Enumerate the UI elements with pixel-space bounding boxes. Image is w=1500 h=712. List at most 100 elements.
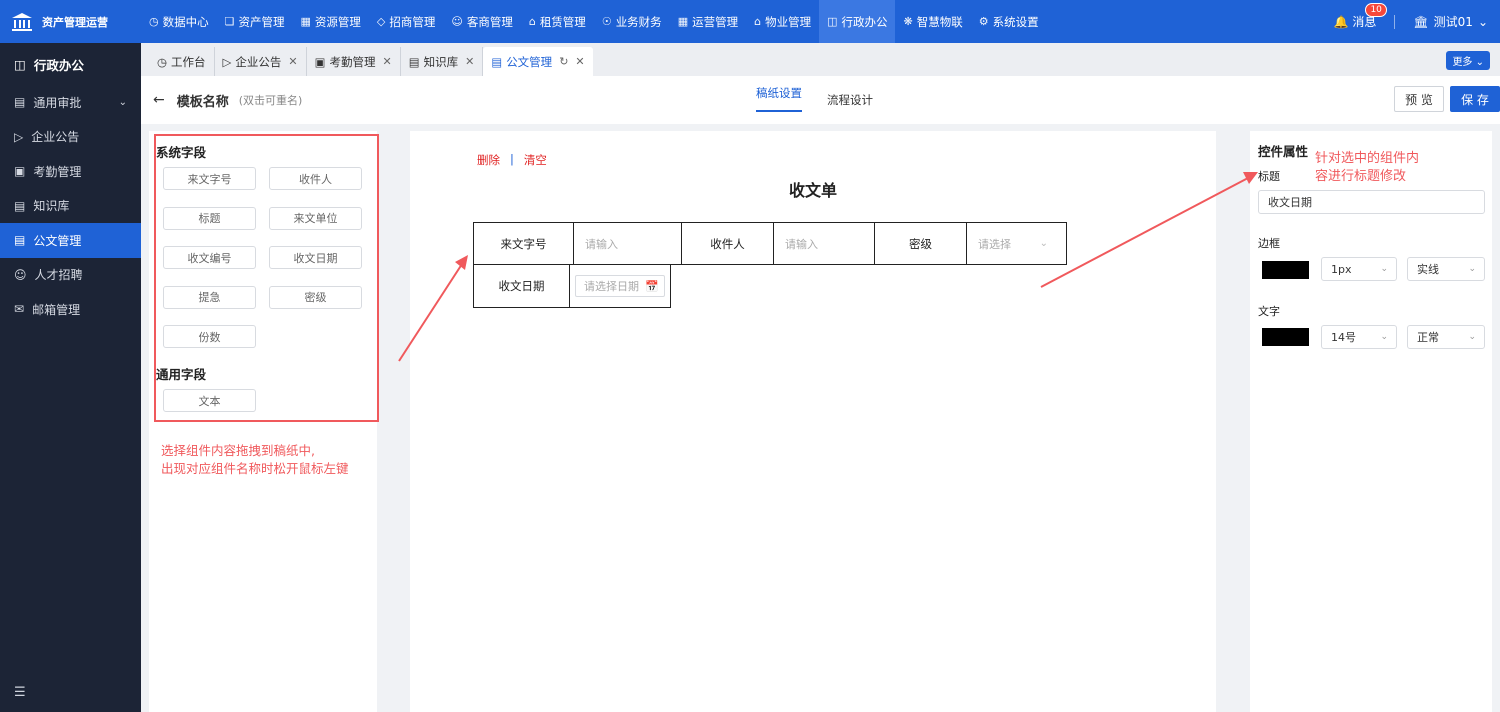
text-input[interactable]: 请输入 xyxy=(774,223,875,264)
font-size-select[interactable]: 14号 ⌄ xyxy=(1321,325,1397,349)
book-icon: ▤ xyxy=(14,198,26,213)
date-field[interactable]: 请选择日期 📅 xyxy=(570,265,670,307)
top-bar: 资产管理运营 ◷ 数据中心 ❏ 资产管理 ▦ 资源管理 ◇ 招商管理 ☺ 客商管理 ⌂ 租赁管理 ☉ 业务… xyxy=(0,0,1500,43)
field-label[interactable]: 收文日期 xyxy=(474,265,570,307)
nav-item[interactable]: ◇ 招商管理 xyxy=(369,0,443,43)
field-chip[interactable]: 提急 xyxy=(163,285,256,309)
text-color-swatch[interactable] xyxy=(1262,328,1309,346)
more-button[interactable]: 更多 ⌄ xyxy=(1446,51,1490,70)
date-picker[interactable]: 请选择日期 📅 xyxy=(575,275,665,297)
border-style-select[interactable]: 实线 ⌄ xyxy=(1407,257,1485,281)
tab-label: 工作台 xyxy=(171,54,206,69)
bank-icon: 🏛 xyxy=(1413,14,1429,29)
tab[interactable]: ▤ 公文管理 ↻ ✕ xyxy=(483,47,593,76)
nav-item[interactable]: ▦ 资源管理 xyxy=(292,0,368,43)
sidebar-item[interactable]: ☺ 人才招聘 xyxy=(0,258,141,293)
save-button[interactable]: 保 存 xyxy=(1450,86,1500,112)
properties-title: 控件属性 xyxy=(1258,144,1309,159)
field-label[interactable]: 密级 xyxy=(875,223,967,264)
tab[interactable]: ▤ 知识库 ✕ xyxy=(401,47,484,76)
sidebar-item[interactable]: ▤ 知识库 xyxy=(0,189,141,224)
nav-item[interactable]: ⚙ 系统设置 xyxy=(971,0,1047,43)
select-input[interactable]: 请选择 ⌄ xyxy=(967,223,1066,264)
sidebar-item[interactable]: ▷ 企业公告 xyxy=(0,120,141,155)
field-label[interactable]: 来文字号 xyxy=(474,223,574,264)
clear-link[interactable]: 清空 xyxy=(524,152,547,168)
sidebar-item[interactable]: ▤ 通用审批 ⌄ xyxy=(0,85,141,120)
nav-item-label: 资产管理 xyxy=(238,14,285,29)
field-label[interactable]: 收件人 xyxy=(682,223,774,264)
system-fields-title: 系统字段 xyxy=(156,145,207,160)
field-chip[interactable]: 文本 xyxy=(163,389,256,412)
document-icon: ▤ xyxy=(14,95,26,110)
nav-item[interactable]: ☉ 业务财务 xyxy=(594,0,670,43)
select-placeholder: 请选择 xyxy=(978,237,1011,251)
canvas-actions: 删除 | 清空 xyxy=(477,152,547,168)
gear-icon: ⚙ xyxy=(978,15,989,28)
app-name: 资产管理运营 xyxy=(42,15,108,29)
nav-item[interactable]: ⌂ 物业管理 xyxy=(746,0,819,43)
border-width-select[interactable]: 1px ⌄ xyxy=(1321,257,1397,281)
sidebar-item-label: 企业公告 xyxy=(31,130,80,145)
field-chip[interactable]: 收件人 xyxy=(269,167,362,190)
user-menu[interactable]: 🏛 测试01 ⌄ xyxy=(1413,13,1488,30)
close-icon[interactable]: ✕ xyxy=(575,55,584,68)
nav-item[interactable]: ❋ 智慧物联 xyxy=(895,0,970,43)
field-chip[interactable]: 来文单位 xyxy=(269,206,362,230)
nav-item[interactable]: ⌂ 租赁管理 xyxy=(521,0,594,43)
center-tab[interactable]: 稿纸设置 xyxy=(756,76,802,112)
sidebar: ◫ 行政办公 ▤ 通用审批 ⌄ ▷ 企业公告 ▣ 考勤管理 ▤ 知识库 ▤ 公文管理 ☺ 人才招聘 ✉ 邮箱… xyxy=(0,43,141,712)
close-icon[interactable]: ✕ xyxy=(288,55,297,68)
close-icon[interactable]: ✕ xyxy=(465,55,474,68)
border-style-value: 实线 xyxy=(1417,263,1439,276)
divider xyxy=(1394,14,1396,29)
text-input[interactable]: 请输入 xyxy=(574,223,682,264)
sidebar-item[interactable]: ▣ 考勤管理 xyxy=(0,154,141,189)
nav-item-label: 资源管理 xyxy=(314,14,361,29)
preview-button[interactable]: 预 览 xyxy=(1394,86,1444,112)
file-icon: ▤ xyxy=(491,54,503,69)
nav-item[interactable]: ▦ 运营管理 xyxy=(670,0,746,43)
chevron-down-icon: ⌄ xyxy=(1468,264,1476,274)
sidebar-item-label: 知识库 xyxy=(33,199,70,214)
refresh-icon[interactable]: ↻ xyxy=(559,55,568,68)
sidebar-item[interactable]: ✉ 邮箱管理 xyxy=(0,292,141,327)
nav-item[interactable]: ◫ 行政办公 xyxy=(819,0,896,43)
field-chip[interactable]: 标题 xyxy=(163,206,256,230)
tabs-bar: ◷ 工作台 ▷ 企业公告 ✕ ▣ 考勤管理 ✕ ▤ 知识库 ✕ ▤ 公文管理 ↻ ✕ 更多 ⌄ xyxy=(141,43,1500,76)
back-arrow-icon[interactable]: ← xyxy=(153,92,165,108)
title-input[interactable]: 收文日期 xyxy=(1258,190,1485,214)
close-icon[interactable]: ✕ xyxy=(383,55,392,68)
nav-item[interactable]: ◷ 数据中心 xyxy=(141,0,217,43)
sidebar-item-label: 邮箱管理 xyxy=(32,302,81,317)
people-icon: ☺ xyxy=(451,15,463,28)
field-chip[interactable]: 收文编号 xyxy=(163,246,256,269)
collapse-menu-icon[interactable]: ☰ xyxy=(14,685,26,700)
tag-icon: ◇ xyxy=(376,15,386,28)
tab[interactable]: ◷ 工作台 xyxy=(149,47,215,76)
field-chip[interactable]: 份数 xyxy=(163,325,256,348)
messages-button[interactable]: 🔔 消息 10 xyxy=(1333,3,1387,30)
field-chip[interactable]: 密级 xyxy=(269,285,362,309)
sidebar-title: ◫ 行政办公 xyxy=(0,43,141,85)
calendar-icon: 📅 xyxy=(645,279,659,293)
title-label: 标题 xyxy=(1258,170,1280,183)
center-tab[interactable]: 流程设计 xyxy=(827,76,873,124)
brand[interactable]: 资产管理运营 xyxy=(0,0,141,43)
tab[interactable]: ▣ 考勤管理 ✕ xyxy=(307,47,401,76)
border-color-swatch[interactable] xyxy=(1262,261,1309,279)
nav-item[interactable]: ❏ 资产管理 xyxy=(217,0,293,43)
delete-link[interactable]: 删除 xyxy=(477,152,500,168)
field-chip[interactable]: 收文日期 xyxy=(269,246,362,269)
sidebar-item[interactable]: ▤ 公文管理 xyxy=(0,223,141,258)
font-weight-select[interactable]: 正常 ⌄ xyxy=(1407,325,1485,349)
nav-item-label: 数据中心 xyxy=(162,14,209,29)
nav-item-label: 招商管理 xyxy=(389,14,436,29)
tab[interactable]: ▷ 企业公告 ✕ xyxy=(215,47,307,76)
more-label: 更多 xyxy=(1452,57,1473,68)
bell-icon: 🔔 xyxy=(1333,14,1349,29)
template-name[interactable]: 模板名称 xyxy=(177,91,229,110)
nav-item[interactable]: ☺ 客商管理 xyxy=(443,0,520,43)
field-chip[interactable]: 来文字号 xyxy=(163,167,256,190)
paper-canvas: 删除 | 清空 收文单 来文字号 请输入 收件人 请输入 密级 请选择 ⌄ 收文… xyxy=(410,131,1216,712)
